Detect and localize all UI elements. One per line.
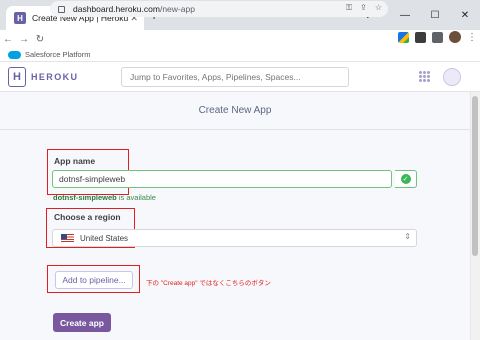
salesforce-platform-label: Salesforce Platform xyxy=(25,50,91,59)
annotation-note: 下の "Create app" ではなくこちらのボタン xyxy=(146,280,271,287)
key-icon[interactable]: ⚿ xyxy=(346,3,352,13)
valid-indicator: ✓ xyxy=(395,170,417,188)
heroku-favicon-icon: H xyxy=(14,12,26,24)
profile-avatar[interactable] xyxy=(449,31,461,43)
select-arrows-icon: ⇕ xyxy=(404,232,411,241)
app-name-field[interactable] xyxy=(52,170,392,188)
region-label: Choose a region xyxy=(54,212,121,222)
menu-icon[interactable]: ⋮ xyxy=(467,32,477,43)
forward-icon[interactable]: → xyxy=(16,34,32,45)
add-to-pipeline-button[interactable]: Add to pipeline... xyxy=(55,271,133,289)
maximize-icon[interactable]: ☐ xyxy=(420,0,450,30)
heroku-header: H HEROKU xyxy=(0,62,480,92)
availability-suffix: is available xyxy=(116,193,156,202)
lock-icon[interactable] xyxy=(58,5,65,13)
page-title-bar: Create New App xyxy=(0,92,470,130)
region-select[interactable]: United States ⇕ xyxy=(52,229,417,247)
us-flag-icon xyxy=(61,234,74,242)
reload-icon[interactable]: ↻ xyxy=(32,34,48,45)
heroku-logo-icon[interactable]: H xyxy=(8,67,26,87)
search-input[interactable] xyxy=(121,67,349,87)
availability-message: dotnsf-simpleweb is available xyxy=(53,193,156,202)
app-name-label: App name xyxy=(54,156,96,166)
salesforce-cloud-icon xyxy=(8,50,21,59)
available-app-name: dotnsf-simpleweb xyxy=(53,193,117,202)
url-host: dashboard.heroku.com xyxy=(73,4,160,14)
window-controls: — ☐ ✕ xyxy=(390,0,480,30)
back-icon[interactable]: ← xyxy=(0,34,16,45)
puzzle-icon[interactable] xyxy=(432,31,443,43)
url-path: /new-app xyxy=(159,4,195,14)
check-icon: ✓ xyxy=(400,174,411,184)
region-selected-value: United States xyxy=(80,233,129,243)
share-icon[interactable]: ⇪ xyxy=(360,3,367,13)
heroku-logo-text[interactable]: HEROKU xyxy=(31,72,78,82)
address-bar[interactable]: dashboard.heroku.com /new-app ⚿ ⇪ ☆ xyxy=(50,1,388,17)
close-window-icon[interactable]: ✕ xyxy=(450,0,480,30)
user-avatar[interactable] xyxy=(443,68,461,86)
google-drive-icon[interactable] xyxy=(398,31,409,43)
scrollbar-thumb[interactable] xyxy=(472,96,478,256)
star-icon[interactable]: ☆ xyxy=(375,3,382,13)
extensions-area: ⋮ xyxy=(398,31,477,43)
page-title: Create New App xyxy=(198,105,272,116)
create-app-button[interactable]: Create app xyxy=(53,313,111,332)
extension-icon[interactable] xyxy=(415,31,426,43)
salesforce-platform-bar: Salesforce Platform xyxy=(0,48,480,62)
minimize-icon[interactable]: — xyxy=(390,0,420,30)
apps-grid-icon[interactable] xyxy=(419,71,430,82)
